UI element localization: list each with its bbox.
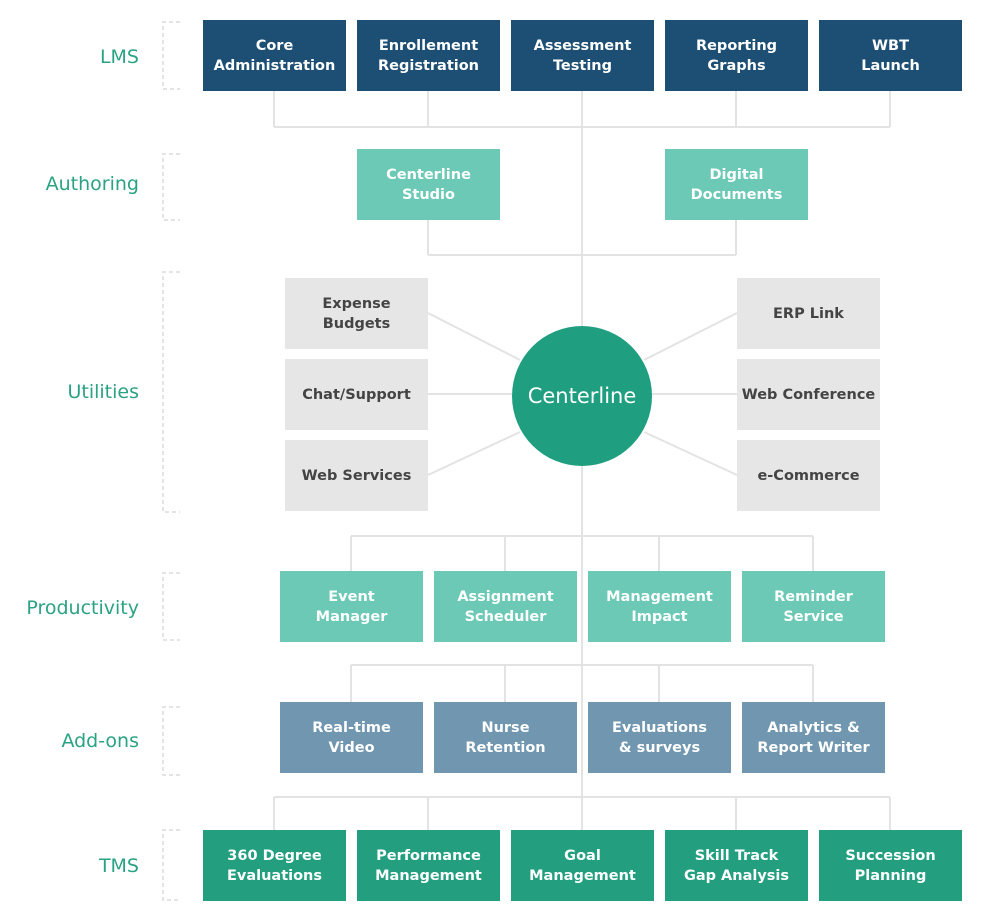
utility-erp-link: ERP Link — [737, 278, 880, 349]
utility-expense-budgets: Expense Budgets — [285, 278, 428, 349]
utility-web-services: Web Services — [285, 440, 428, 511]
productivity-management-impact: Management Impact — [588, 571, 731, 642]
lms-core-administration: Core Administration — [203, 20, 346, 91]
tms-skill-track-gap-analysis: Skill Track Gap Analysis — [665, 830, 808, 901]
utility-chat-support: Chat/Support — [285, 359, 428, 430]
addon-nurse-retention: Nurse Retention — [434, 702, 577, 773]
productivity-reminder-service: Reminder Service — [742, 571, 885, 642]
authoring-centerline-studio: Centerline Studio — [357, 149, 500, 220]
lms-enrollement-registration: Enrollement Registration — [357, 20, 500, 91]
row-label-utilities: Utilities — [67, 381, 139, 403]
row-label-lms: LMS — [99, 46, 139, 68]
row-label-authoring: Authoring — [45, 173, 139, 195]
addon-evaluations-surveys: Evaluations & surveys — [588, 702, 731, 773]
utility-web-conference: Web Conference — [737, 359, 880, 430]
addon-analytics-report-writer: Analytics & Report Writer — [742, 702, 885, 773]
row-label-tms: TMS — [98, 855, 139, 877]
authoring-digital-documents: Digital Documents — [665, 149, 808, 220]
row-brackets — [162, 21, 180, 901]
centerline-hub: Centerline — [512, 326, 652, 466]
productivity-assignment-scheduler: Assignment Scheduler — [434, 571, 577, 642]
centerline-architecture-diagram: LMS Authoring Utilities Productivity Add… — [0, 0, 1000, 921]
tms-goal-management: Goal Management — [511, 830, 654, 901]
row-label-addons: Add-ons — [61, 730, 139, 752]
tms-360-degree-evaluations: 360 Degree Evaluations — [203, 830, 346, 901]
addon-real-time-video: Real-time Video — [280, 702, 423, 773]
lms-reporting-graphs: Reporting Graphs — [665, 20, 808, 91]
tms-succession-planning: Succession Planning — [819, 830, 962, 901]
productivity-event-manager: Event Manager — [280, 571, 423, 642]
lms-assessment-testing: Assessment Testing — [511, 20, 654, 91]
lms-wbt-launch: WBT Launch — [819, 20, 962, 91]
row-label-productivity: Productivity — [26, 597, 139, 619]
utility-e-commerce: e-Commerce — [737, 440, 880, 511]
tms-performance-management: Performance Management — [357, 830, 500, 901]
